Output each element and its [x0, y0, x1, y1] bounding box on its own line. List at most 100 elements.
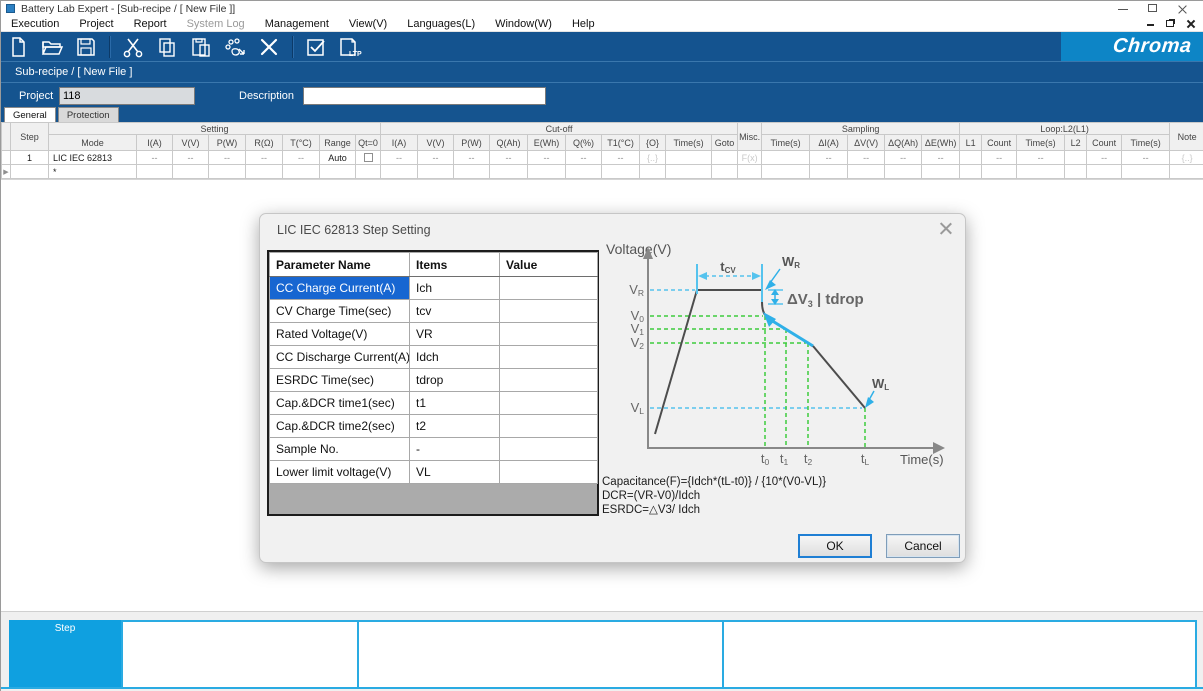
cell-cut-o[interactable]: [640, 165, 666, 179]
tab-protection[interactable]: Protection: [58, 107, 119, 122]
tab-general[interactable]: General: [4, 107, 56, 122]
cell-l1-count[interactable]: --: [982, 151, 1017, 165]
cell-cut-v[interactable]: [418, 165, 454, 179]
cell-smp-dv[interactable]: --: [848, 151, 885, 165]
cell-cut-t1[interactable]: --: [602, 151, 640, 165]
cell-mode[interactable]: *: [49, 165, 137, 179]
copy-icon[interactable]: [152, 34, 182, 60]
param-item[interactable]: VR: [410, 323, 500, 346]
delete-icon[interactable]: [254, 34, 284, 60]
ok-button[interactable]: OK: [798, 534, 872, 558]
param-value[interactable]: [500, 369, 598, 392]
qt-checkbox[interactable]: [364, 153, 373, 162]
cell-set-t[interactable]: --: [283, 151, 320, 165]
cell-cut-time[interactable]: [666, 151, 712, 165]
cell-l2-count[interactable]: [1087, 165, 1122, 179]
cell-l1-count[interactable]: [982, 165, 1017, 179]
cell-smp-dq[interactable]: [885, 165, 922, 179]
cell-set-v[interactable]: [173, 165, 209, 179]
menu-report[interactable]: Report: [124, 17, 177, 31]
cell-misc[interactable]: F(x): [738, 151, 762, 165]
menu-help[interactable]: Help: [562, 17, 605, 31]
menu-languages[interactable]: Languages(L): [397, 17, 485, 31]
param-value[interactable]: [500, 392, 598, 415]
menu-view[interactable]: View(V): [339, 17, 397, 31]
minimize-icon[interactable]: [1118, 4, 1130, 14]
cell-set-v[interactable]: --: [173, 151, 209, 165]
cell-goto[interactable]: [712, 165, 738, 179]
cut-icon[interactable]: [118, 34, 148, 60]
param-name[interactable]: Rated Voltage(V): [270, 323, 410, 346]
cell-cut-qpct[interactable]: --: [566, 151, 602, 165]
open-file-icon[interactable]: [37, 34, 67, 60]
new-file-icon[interactable]: [3, 34, 33, 60]
cell-cut-ewh[interactable]: [528, 165, 566, 179]
menu-window[interactable]: Window(W): [485, 17, 562, 31]
check-list-icon[interactable]: [301, 34, 331, 60]
save-icon[interactable]: [71, 34, 101, 60]
cell-l2[interactable]: [1065, 151, 1087, 165]
cell-l2-count[interactable]: --: [1087, 151, 1122, 165]
mdi-restore-icon[interactable]: [1166, 20, 1174, 27]
cell-smp-di[interactable]: --: [810, 151, 848, 165]
menu-management[interactable]: Management: [255, 17, 339, 31]
maximize-icon[interactable]: [1148, 4, 1160, 14]
param-value[interactable]: [500, 277, 598, 300]
cell-l2-time[interactable]: --: [1122, 151, 1170, 165]
param-name[interactable]: ESRDC Time(sec): [270, 369, 410, 392]
cell-l2-time[interactable]: [1122, 165, 1170, 179]
cell-cut-i[interactable]: --: [381, 151, 418, 165]
param-name[interactable]: CC Discharge Current(A): [270, 346, 410, 369]
cell-goto[interactable]: [712, 151, 738, 165]
cell-smp-dq[interactable]: --: [885, 151, 922, 165]
param-value[interactable]: [500, 323, 598, 346]
param-name[interactable]: CC Charge Current(A): [270, 277, 410, 300]
cell-l2[interactable]: [1065, 165, 1087, 179]
param-name[interactable]: Lower limit voltage(V): [270, 461, 410, 484]
menu-project[interactable]: Project: [69, 17, 123, 31]
cell-smp-de[interactable]: --: [922, 151, 960, 165]
param-value[interactable]: [500, 461, 598, 484]
cell-cut-o[interactable]: {..}: [640, 151, 666, 165]
cell-cut-time[interactable]: [666, 165, 712, 179]
paste-icon[interactable]: [186, 34, 216, 60]
param-item[interactable]: tcv: [410, 300, 500, 323]
cell-smp-dv[interactable]: [848, 165, 885, 179]
cell-smp-di[interactable]: [810, 165, 848, 179]
close-icon[interactable]: [1178, 4, 1190, 14]
param-item[interactable]: Idch: [410, 346, 500, 369]
param-item[interactable]: t2: [410, 415, 500, 438]
param-name[interactable]: Cap.&DCR time1(sec): [270, 392, 410, 415]
description-input[interactable]: [303, 87, 546, 105]
cell-cut-v[interactable]: --: [418, 151, 454, 165]
cell-cut-p[interactable]: [454, 165, 490, 179]
cell-set-r[interactable]: [246, 165, 283, 179]
cell-set-i[interactable]: --: [137, 151, 173, 165]
menu-execution[interactable]: Execution: [1, 17, 69, 31]
cell-qt0[interactable]: [356, 165, 381, 179]
param-name[interactable]: CV Charge Time(sec): [270, 300, 410, 323]
cell-smp-time[interactable]: [762, 165, 810, 179]
mdi-close-icon[interactable]: [1186, 20, 1194, 28]
cell-cut-qah[interactable]: [490, 165, 528, 179]
cell-smp-time[interactable]: [762, 151, 810, 165]
param-item[interactable]: Ich: [410, 277, 500, 300]
cell-cut-qah[interactable]: --: [490, 151, 528, 165]
param-name[interactable]: Sample No.: [270, 438, 410, 461]
cell-mode[interactable]: LIC IEC 62813: [49, 151, 137, 165]
param-item[interactable]: VL: [410, 461, 500, 484]
cell-l1[interactable]: [960, 151, 982, 165]
param-value[interactable]: [500, 438, 598, 461]
cell-range[interactable]: [320, 165, 356, 179]
cell-range[interactable]: Auto: [320, 151, 356, 165]
save-ltp-icon[interactable]: LTP: [335, 34, 365, 60]
mdi-minimize-icon[interactable]: [1147, 21, 1154, 26]
cell-smp-de[interactable]: [922, 165, 960, 179]
project-input[interactable]: [59, 87, 195, 105]
cell-cut-i[interactable]: [381, 165, 418, 179]
cell-l1[interactable]: [960, 165, 982, 179]
dialog-close-icon[interactable]: [938, 221, 952, 235]
cell-step[interactable]: 1: [11, 151, 49, 165]
cell-note[interactable]: [1170, 165, 1203, 179]
cancel-button[interactable]: Cancel: [886, 534, 960, 558]
